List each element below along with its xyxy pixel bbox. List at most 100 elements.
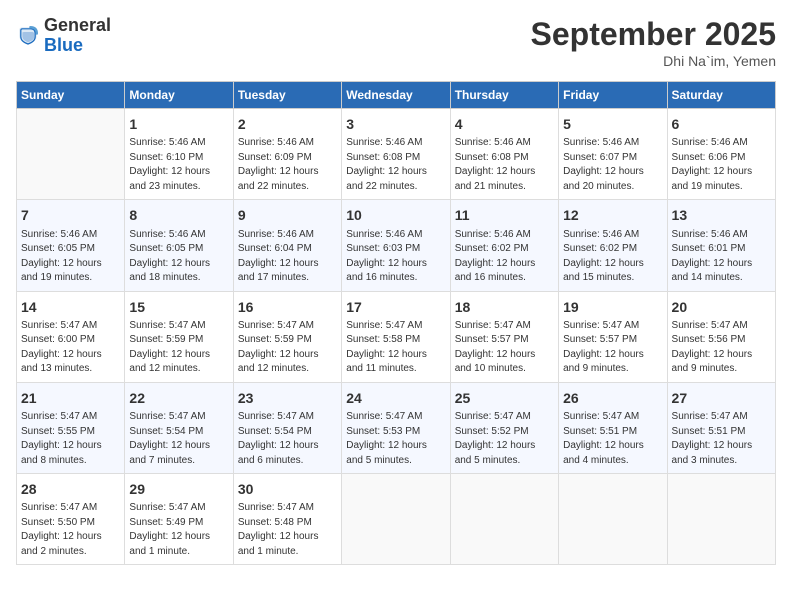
day-number: 1 [129,114,228,134]
calendar-cell: 29Sunrise: 5:47 AM Sunset: 5:49 PM Dayli… [125,474,233,565]
calendar-cell [559,474,667,565]
calendar-cell: 8Sunrise: 5:46 AM Sunset: 6:05 PM Daylig… [125,200,233,291]
calendar-cell [450,474,558,565]
day-number: 12 [563,205,662,225]
title-block: September 2025 Dhi Na`im, Yemen [531,16,776,69]
day-number: 26 [563,388,662,408]
calendar-cell: 26Sunrise: 5:47 AM Sunset: 5:51 PM Dayli… [559,382,667,473]
day-number: 5 [563,114,662,134]
logo: General Blue [16,16,111,56]
calendar-cell: 30Sunrise: 5:47 AM Sunset: 5:48 PM Dayli… [233,474,341,565]
calendar-cell: 18Sunrise: 5:47 AM Sunset: 5:57 PM Dayli… [450,291,558,382]
day-number: 21 [21,388,120,408]
day-info: Sunrise: 5:47 AM Sunset: 6:00 PM Dayligh… [21,319,120,377]
col-saturday: Saturday [667,82,775,109]
header-row: SundayMondayTuesdayWednesdayThursdayFrid… [17,82,776,109]
day-number: 30 [238,479,337,499]
day-info: Sunrise: 5:46 AM Sunset: 6:10 PM Dayligh… [129,136,228,194]
day-info: Sunrise: 5:47 AM Sunset: 5:48 PM Dayligh… [238,501,337,559]
calendar-cell: 1Sunrise: 5:46 AM Sunset: 6:10 PM Daylig… [125,109,233,200]
day-number: 22 [129,388,228,408]
calendar-cell: 28Sunrise: 5:47 AM Sunset: 5:50 PM Dayli… [17,474,125,565]
day-info: Sunrise: 5:46 AM Sunset: 6:07 PM Dayligh… [563,136,662,194]
week-row-4: 21Sunrise: 5:47 AM Sunset: 5:55 PM Dayli… [17,382,776,473]
day-number: 9 [238,205,337,225]
calendar-cell: 15Sunrise: 5:47 AM Sunset: 5:59 PM Dayli… [125,291,233,382]
calendar-cell: 21Sunrise: 5:47 AM Sunset: 5:55 PM Dayli… [17,382,125,473]
day-info: Sunrise: 5:47 AM Sunset: 5:54 PM Dayligh… [129,410,228,468]
calendar-cell: 27Sunrise: 5:47 AM Sunset: 5:51 PM Dayli… [667,382,775,473]
calendar-cell: 6Sunrise: 5:46 AM Sunset: 6:06 PM Daylig… [667,109,775,200]
day-info: Sunrise: 5:47 AM Sunset: 5:59 PM Dayligh… [238,319,337,377]
calendar-table: SundayMondayTuesdayWednesdayThursdayFrid… [16,81,776,565]
day-number: 14 [21,297,120,317]
calendar-cell: 24Sunrise: 5:47 AM Sunset: 5:53 PM Dayli… [342,382,450,473]
calendar-cell: 7 Sunrise: 5:46 AM Sunset: 6:05 PM Daylig… [17,200,125,291]
calendar-cell: 17Sunrise: 5:47 AM Sunset: 5:58 PM Dayli… [342,291,450,382]
day-number: 3 [346,114,445,134]
week-row-3: 14Sunrise: 5:47 AM Sunset: 6:00 PM Dayli… [17,291,776,382]
day-number: 23 [238,388,337,408]
calendar-cell: 14Sunrise: 5:47 AM Sunset: 6:00 PM Dayli… [17,291,125,382]
location: Dhi Na`im, Yemen [531,53,776,69]
day-number: 6 [672,114,771,134]
day-info: Sunrise: 5:47 AM Sunset: 5:59 PM Dayligh… [129,319,228,377]
calendar-cell: 11 Sunrise: 5:46 AM Sunset: 6:02 PM Dayli… [450,200,558,291]
day-info: Sunrise: 5:47 AM Sunset: 5:57 PM Dayligh… [563,319,662,377]
day-number: 7 [21,205,120,225]
day-number: 17 [346,297,445,317]
day-info: Sunrise: 5:47 AM Sunset: 5:55 PM Dayligh… [21,410,120,468]
calendar-cell: 5Sunrise: 5:46 AM Sunset: 6:07 PM Daylig… [559,109,667,200]
calendar-cell: 25Sunrise: 5:47 AM Sunset: 5:52 PM Dayli… [450,382,558,473]
day-number: 15 [129,297,228,317]
week-row-5: 28Sunrise: 5:47 AM Sunset: 5:50 PM Dayli… [17,474,776,565]
day-info: Sunrise: 5:47 AM Sunset: 5:50 PM Dayligh… [21,501,120,559]
day-number: 18 [455,297,554,317]
week-row-2: 7 Sunrise: 5:46 AM Sunset: 6:05 PM Daylig… [17,200,776,291]
calendar-cell: 16Sunrise: 5:47 AM Sunset: 5:59 PM Dayli… [233,291,341,382]
day-info: Sunrise: 5:46 AM Sunset: 6:02 PM Dayligh… [563,228,662,286]
calendar-cell: 2Sunrise: 5:46 AM Sunset: 6:09 PM Daylig… [233,109,341,200]
day-info: Sunrise: 5:47 AM Sunset: 5:49 PM Dayligh… [129,501,228,559]
col-friday: Friday [559,82,667,109]
col-thursday: Thursday [450,82,558,109]
day-number: 28 [21,479,120,499]
page-header: General Blue September 2025 Dhi Na`im, Y… [16,16,776,69]
month-title: September 2025 [531,16,776,53]
logo-icon [16,24,40,48]
day-info: Sunrise: 5:46 AM Sunset: 6:08 PM Dayligh… [455,136,554,194]
calendar-cell: 22Sunrise: 5:47 AM Sunset: 5:54 PM Dayli… [125,382,233,473]
day-number: 24 [346,388,445,408]
day-number: 11 [455,205,554,225]
calendar-cell: 10Sunrise: 5:46 AM Sunset: 6:03 PM Dayli… [342,200,450,291]
calendar-cell: 19Sunrise: 5:47 AM Sunset: 5:57 PM Dayli… [559,291,667,382]
day-info: Sunrise: 5:46 AM Sunset: 6:05 PM Dayligh… [21,228,120,286]
day-info: Sunrise: 5:47 AM Sunset: 5:54 PM Dayligh… [238,410,337,468]
calendar-cell: 20Sunrise: 5:47 AM Sunset: 5:56 PM Dayli… [667,291,775,382]
day-number: 16 [238,297,337,317]
col-sunday: Sunday [17,82,125,109]
day-number: 8 [129,205,228,225]
day-info: Sunrise: 5:47 AM Sunset: 5:52 PM Dayligh… [455,410,554,468]
day-info: Sunrise: 5:47 AM Sunset: 5:51 PM Dayligh… [563,410,662,468]
day-number: 10 [346,205,445,225]
calendar-cell [342,474,450,565]
logo-line2: Blue [44,36,111,56]
day-info: Sunrise: 5:47 AM Sunset: 5:58 PM Dayligh… [346,319,445,377]
day-info: Sunrise: 5:46 AM Sunset: 6:06 PM Dayligh… [672,136,771,194]
week-row-1: 1Sunrise: 5:46 AM Sunset: 6:10 PM Daylig… [17,109,776,200]
day-info: Sunrise: 5:47 AM Sunset: 5:56 PM Dayligh… [672,319,771,377]
day-number: 13 [672,205,771,225]
day-number: 20 [672,297,771,317]
day-info: Sunrise: 5:47 AM Sunset: 5:57 PM Dayligh… [455,319,554,377]
day-number: 27 [672,388,771,408]
day-info: Sunrise: 5:47 AM Sunset: 5:51 PM Dayligh… [672,410,771,468]
day-info: Sunrise: 5:47 AM Sunset: 5:53 PM Dayligh… [346,410,445,468]
day-info: Sunrise: 5:46 AM Sunset: 6:02 PM Dayligh… [455,228,554,286]
day-info: Sunrise: 5:46 AM Sunset: 6:08 PM Dayligh… [346,136,445,194]
logo-line1: General [44,16,111,36]
col-monday: Monday [125,82,233,109]
day-number: 19 [563,297,662,317]
day-number: 29 [129,479,228,499]
calendar-cell: 3Sunrise: 5:46 AM Sunset: 6:08 PM Daylig… [342,109,450,200]
